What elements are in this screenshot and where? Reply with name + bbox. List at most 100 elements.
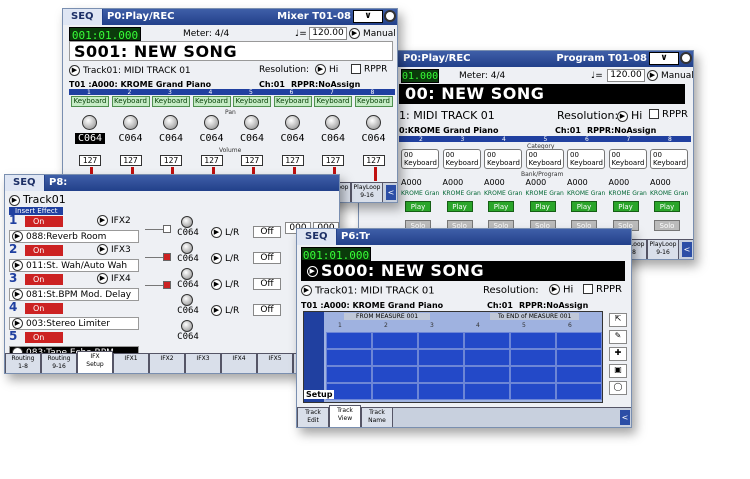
grid-cell[interactable] [510, 332, 556, 349]
pan-value[interactable]: C064 [278, 133, 308, 144]
input-select[interactable]: Keyboard [111, 96, 150, 107]
program-select[interactable]: A000 [526, 178, 547, 187]
track-select[interactable]: ▶ Track01: MIDI TRACK 01 [69, 65, 191, 76]
play-button[interactable]: Play [612, 201, 639, 212]
program-select[interactable]: A000 [650, 178, 671, 187]
bus-select[interactable]: ▶ L/R [211, 227, 239, 238]
play-button[interactable]: Play [405, 201, 431, 212]
input-select[interactable]: Keyboard [233, 96, 271, 107]
pan-knob-icon[interactable] [181, 294, 193, 306]
slot-on-button[interactable]: On [25, 332, 63, 343]
category-select[interactable]: 00 Keyboard [525, 149, 564, 169]
song-name[interactable]: S001: NEW SONG [69, 41, 393, 61]
page-menu-button[interactable]: ∨ [649, 52, 679, 65]
rppr-checkbox[interactable]: RPPR [351, 64, 387, 75]
song-name[interactable]: 00: NEW SONG [399, 84, 685, 104]
grid-cell[interactable] [326, 349, 372, 366]
grid-cell[interactable] [418, 349, 464, 366]
category-select[interactable]: 00 Keyboard [442, 149, 481, 169]
track-select[interactable]: ▶ Track01 [9, 193, 66, 206]
category-select[interactable]: 00 Keyboard [650, 149, 688, 169]
rppr-checkbox[interactable]: RPPR [583, 284, 622, 295]
grid-cell[interactable] [372, 349, 418, 366]
input-select[interactable]: Keyboard [354, 96, 393, 107]
send-off-field[interactable]: Off [253, 304, 281, 316]
program-select[interactable]: A000 [567, 178, 588, 187]
tab-ifx1[interactable]: IFX1 [113, 354, 149, 373]
send-off-field[interactable]: Off [253, 278, 281, 290]
slot-on-button[interactable]: On [25, 303, 63, 314]
slot-effect-name[interactable]: ▶ 081:St.BPM Mod. Delay [9, 288, 139, 301]
close-tab-icon[interactable]: < [386, 185, 396, 200]
program-select[interactable]: A000 [609, 178, 630, 187]
pan-value[interactable]: C064 [173, 254, 203, 264]
pan-value[interactable]: C064 [237, 133, 267, 144]
volume-value[interactable]: 127 [362, 155, 385, 166]
grid-cell[interactable] [556, 332, 602, 349]
pan-knob-icon[interactable] [181, 242, 193, 254]
page-menu-button[interactable]: ∨ [353, 10, 383, 23]
tab-track-name[interactable]: Track Name [361, 408, 393, 427]
location-display[interactable]: 01.000 [401, 69, 439, 83]
play-button[interactable]: Play [446, 201, 473, 212]
volume-value[interactable]: 127 [322, 155, 344, 166]
grid-cell[interactable] [556, 349, 602, 366]
slot-destination[interactable]: ▶ IFX4 [97, 273, 131, 284]
tab-ifx4[interactable]: IFX4 [221, 354, 257, 373]
pan-knob-icon[interactable] [181, 268, 193, 280]
input-select[interactable]: Keyboard [71, 96, 109, 107]
tab-playloop-9-16[interactable]: PlayLoop 9-16 [647, 240, 679, 259]
volume-value[interactable]: 127 [79, 155, 101, 166]
tab-ifx5[interactable]: IFX5 [257, 354, 293, 373]
input-select[interactable]: Keyboard [314, 96, 352, 107]
grid-cell[interactable] [464, 349, 510, 366]
location-display[interactable]: 001:01.000 [301, 247, 371, 262]
bus-select[interactable]: ▶ L/R [211, 253, 239, 264]
program-select[interactable]: A000 [443, 178, 464, 187]
move-tool-icon[interactable]: ✚ [609, 347, 627, 361]
close-tab-icon[interactable]: < [620, 410, 630, 425]
play-button[interactable]: Play [654, 201, 680, 212]
tab-routing-9-16[interactable]: Routing 9-16 [41, 354, 77, 373]
pan-knob-icon[interactable] [325, 115, 340, 130]
grid-cell[interactable] [418, 383, 464, 400]
tempo-mode[interactable]: ▶ Manual [647, 70, 693, 81]
grid-cell[interactable] [510, 366, 556, 383]
grid-cell[interactable] [372, 366, 418, 383]
input-select[interactable]: Keyboard [152, 96, 190, 107]
bus-select[interactable]: ▶ L/R [211, 305, 239, 316]
grid-cell[interactable] [326, 332, 372, 349]
pan-knob-icon[interactable] [122, 115, 138, 130]
track-select[interactable]: ▶ Track01: MIDI TRACK 01 [301, 285, 435, 297]
volume-value[interactable]: 127 [200, 155, 223, 166]
pan-value[interactable]: C064 [116, 133, 146, 144]
slot-on-button[interactable]: On [25, 245, 63, 256]
grid-cell[interactable] [418, 332, 464, 349]
close-tab-icon[interactable]: < [682, 242, 692, 257]
track-grid[interactable]: FROM MEASURE 001 To END of MEASURE 001 1… [303, 311, 603, 403]
rppr-checkbox[interactable]: RPPR [649, 109, 688, 120]
pan-knob-icon[interactable] [163, 115, 178, 130]
slot-effect-name[interactable]: ▶ 011:St. Wah/Auto Wah [9, 259, 139, 272]
pan-value[interactable]: C064 [156, 133, 186, 144]
grid-cell[interactable] [510, 383, 556, 400]
pan-knob-icon[interactable] [365, 115, 381, 130]
tab-ifx2[interactable]: IFX2 [149, 354, 185, 373]
resolution-field[interactable]: ▶ Hi [617, 109, 642, 122]
grid-cell[interactable] [464, 383, 510, 400]
grid-cell[interactable] [510, 349, 556, 366]
input-select[interactable]: Keyboard [192, 96, 231, 107]
slot-on-button[interactable]: On [25, 216, 63, 227]
bus-select[interactable]: ▶ L/R [211, 279, 239, 290]
grid-cell[interactable] [556, 383, 602, 400]
tempo-mode[interactable]: ▶ Manual [349, 28, 396, 39]
tab-track-view[interactable]: Track View [329, 405, 361, 427]
pan-value[interactable]: C064 [173, 228, 203, 238]
volume-value[interactable]: 127 [160, 155, 182, 166]
category-select[interactable]: 00 Keyboard [484, 149, 522, 169]
pan-value[interactable]: C064 [173, 280, 203, 290]
grid-cell[interactable] [556, 366, 602, 383]
pan-value[interactable]: C064 [173, 332, 203, 342]
play-button[interactable]: Play [529, 201, 556, 212]
resolution-field[interactable]: ▶ Hi [549, 284, 573, 296]
